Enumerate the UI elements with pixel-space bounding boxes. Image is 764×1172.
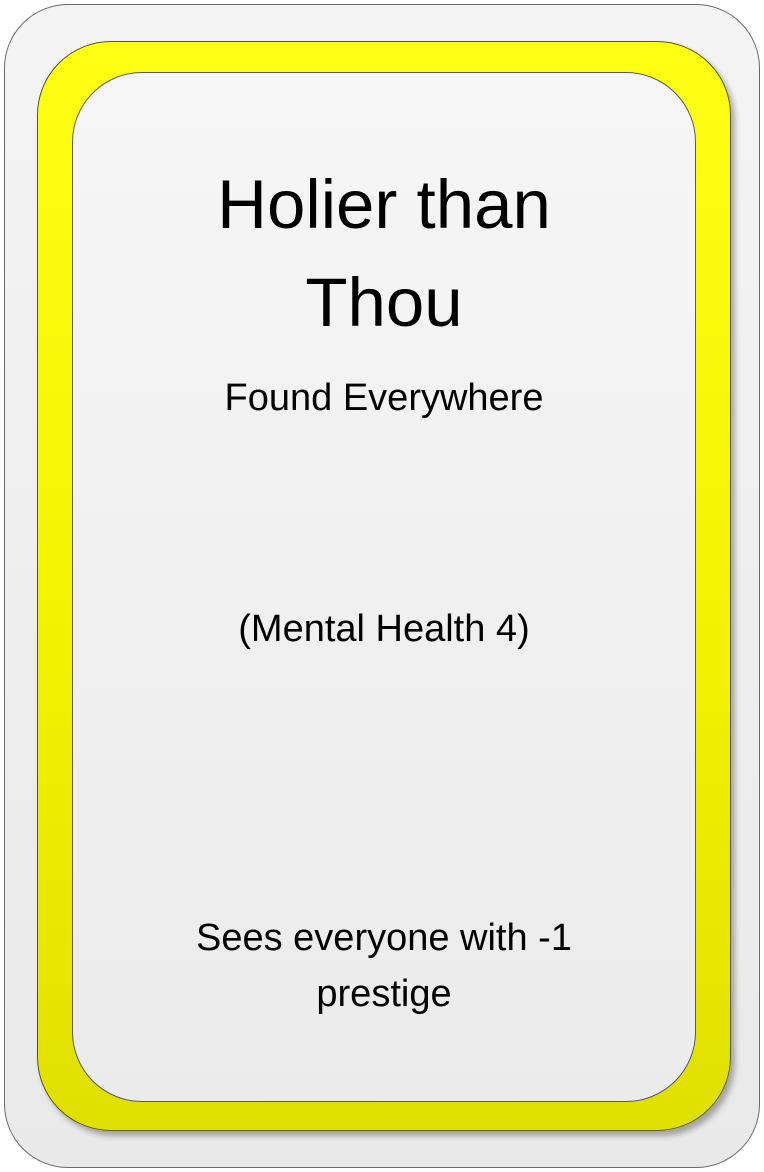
card-subtitle: Found Everywhere: [224, 377, 544, 419]
card-effect-text: Sees everyone with -1 prestige: [196, 917, 572, 1015]
card-title: Holier than Thou: [217, 166, 551, 341]
card-stat: (Mental Health 4): [238, 608, 530, 650]
